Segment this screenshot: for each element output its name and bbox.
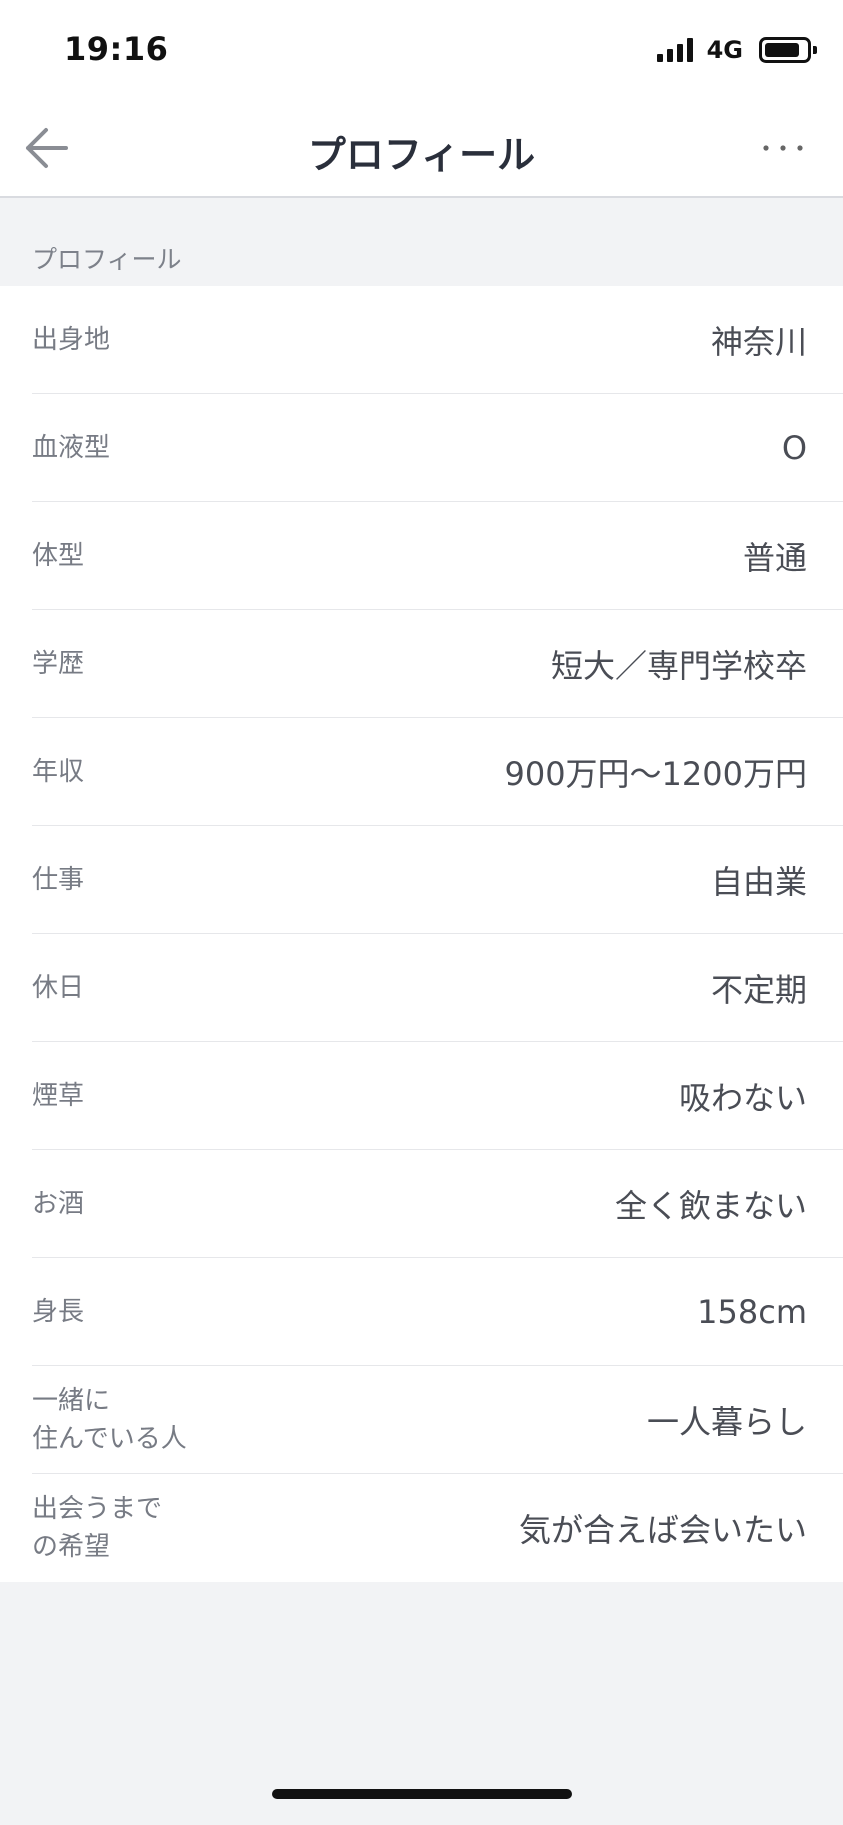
profile-row-value: 900万円〜1200万円 [504,755,807,793]
profile-row-value: 神奈川 [710,323,807,361]
screen: 19:16 4G プロフィール プロフィール 出身地 神奈川 血液型 O 体型 … [0,0,843,1825]
profile-row: 血液型 O [0,394,843,502]
profile-row: 体型 普通 [0,502,843,610]
profile-row-label: 身長 [32,1297,85,1327]
profile-row-label: 休日 [32,973,85,1003]
profile-row: 一緒に 住んでいる人 一人暮らし [0,1366,843,1474]
profile-row-value: 気が合えば会いたい [518,1511,807,1549]
more-icon [763,145,803,151]
profile-row-label: 学歴 [32,649,85,679]
profile-row: 年収 900万円〜1200万円 [0,718,843,826]
profile-row: 出身地 神奈川 [0,286,843,394]
profile-row: 身長 158cm [0,1258,843,1366]
profile-row-label: 出会うまで の希望 [32,1494,163,1562]
profile-row-value: 自由業 [710,863,807,901]
profile-list: 出身地 神奈川血液型 O 体型 普通学歴 短大／専門学校卒年収 900万円〜1200万円仕事… [0,286,843,1582]
profile-row-value: 全く飲まない [614,1187,807,1225]
profile-row-value: 不定期 [710,971,807,1009]
profile-row: 出会うまで の希望 気が合えば会いたい [0,1474,843,1582]
page-title: プロフィール [307,133,536,177]
profile-row-value: 普通 [742,539,807,577]
battery-level [765,43,799,57]
more-options-button[interactable] [755,126,811,170]
profile-row-label: 煙草 [32,1081,85,1111]
profile-row-value: 短大／専門学校卒 [550,647,807,685]
section-header: プロフィール [0,198,843,286]
profile-row-value: 一人暮らし [646,1403,807,1441]
status-indicators: 4G [656,36,817,64]
profile-row-value: O [781,429,807,467]
profile-row-label: 血液型 [32,433,111,463]
home-indicator[interactable] [272,1789,572,1799]
profile-row-label: お酒 [32,1189,85,1219]
profile-row-value: 158cm [697,1293,807,1331]
profile-row-value: 吸わない [678,1079,807,1117]
section-title: プロフィール [32,245,182,274]
navigation-bar: プロフィール [0,100,843,198]
profile-row-label: 出身地 [32,325,111,355]
status-time: 19:16 [64,30,169,68]
battery-icon [759,37,817,63]
profile-row: お酒 全く飲まない [0,1150,843,1258]
network-type: 4G [706,36,743,64]
signal-icon [656,38,693,62]
status-bar: 19:16 4G [0,0,843,100]
profile-row-label: 仕事 [32,865,85,895]
profile-row-label: 一緒に 住んでいる人 [32,1386,187,1454]
profile-row: 仕事 自由業 [0,826,843,934]
profile-row: 休日 不定期 [0,934,843,1042]
profile-row-label: 年収 [32,757,85,787]
profile-row: 学歴 短大／専門学校卒 [0,610,843,718]
profile-row-label: 体型 [32,541,85,571]
profile-row: 煙草 吸わない [0,1042,843,1150]
